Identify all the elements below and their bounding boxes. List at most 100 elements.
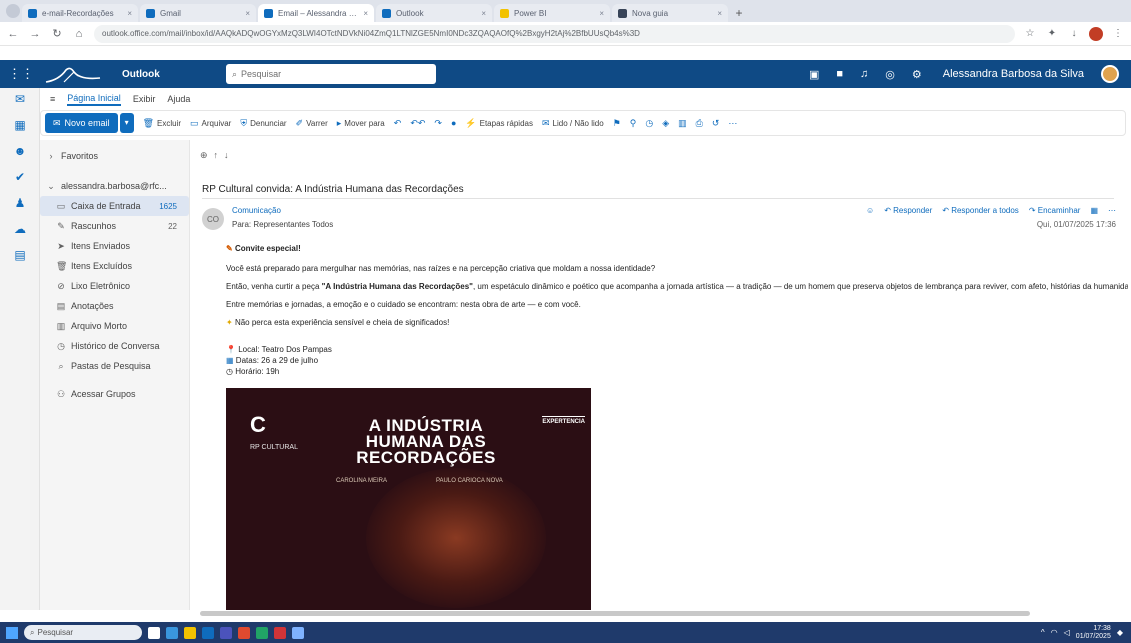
sender-name[interactable]: Comunicação <box>232 206 281 215</box>
download-icon[interactable]: ↓ <box>1067 27 1081 41</box>
read-unread-button[interactable]: ✉ Lido / Não lido <box>542 118 604 129</box>
folder-item[interactable]: ▭ Caixa de Entrada 1625 <box>40 196 189 216</box>
file-explorer-icon[interactable] <box>184 626 196 639</box>
teams-icon[interactable]: ■ <box>836 68 843 80</box>
quick-steps-button[interactable]: ⚡ Etapas rápidas <box>465 118 533 129</box>
extensions-icon[interactable]: ✦ <box>1045 27 1059 41</box>
forward-action[interactable]: ↷ Encaminhar <box>1029 206 1081 215</box>
new-tab-button[interactable]: + <box>730 4 748 22</box>
new-mail-button[interactable]: ✉ Novo email <box>45 113 118 133</box>
browser-menu-icon[interactable]: ⋮ <box>1111 27 1125 41</box>
back-icon[interactable]: ← <box>6 28 20 40</box>
bookmark-star-icon[interactable]: ☆ <box>1023 27 1037 41</box>
categorize-button[interactable]: ◈ <box>662 118 669 129</box>
reload-icon[interactable]: ↻ <box>50 27 64 40</box>
next-message-icon[interactable]: ↓ <box>224 150 229 161</box>
previous-message-icon[interactable]: ↑ <box>214 150 219 161</box>
tab-close-icon[interactable]: × <box>717 9 722 18</box>
folder-item[interactable]: ⊘ Lixo Eletrônico <box>40 276 189 296</box>
people-icon[interactable]: ☻ <box>0 140 40 162</box>
mail-icon[interactable]: ✉ <box>0 88 40 110</box>
tips-icon[interactable]: ◎ <box>885 68 895 81</box>
snooze-button[interactable]: ◷ <box>645 118 653 129</box>
more-ribbon-button[interactable]: ⋯ <box>728 118 737 129</box>
more-apps-icon[interactable]: ▤ <box>0 244 40 266</box>
app-launcher-icon[interactable]: ⋮⋮ <box>8 66 34 82</box>
office-taskbar-icon[interactable] <box>238 626 250 639</box>
calendar-icon[interactable]: ▦ <box>0 114 40 136</box>
browser-tab[interactable]: Gmail × <box>140 4 256 22</box>
account-avatar[interactable] <box>1101 65 1119 83</box>
volume-icon[interactable]: ◁ <box>1064 628 1070 637</box>
tab-actions-button[interactable] <box>6 4 20 18</box>
notifications-icon[interactable]: ♫ <box>860 68 868 80</box>
todo-icon[interactable]: ✔ <box>0 166 40 188</box>
reply-action[interactable]: ↶ Responder <box>884 206 932 215</box>
teams-chat-icon[interactable]: ▦ <box>1090 206 1098 215</box>
search-box[interactable]: ⌕ Pesquisar <box>226 64 436 84</box>
tab-close-icon[interactable]: × <box>245 9 250 18</box>
emoji-icon[interactable]: ☺ <box>866 206 874 215</box>
folder-item[interactable]: ➤ Itens Enviados <box>40 236 189 256</box>
undo-button[interactable]: ↺ <box>712 118 720 129</box>
app-name[interactable]: Outlook <box>122 69 182 80</box>
archive-button[interactable]: ▭ Arquivar <box>190 118 231 129</box>
tab-close-icon[interactable]: × <box>127 9 132 18</box>
tab-close-icon[interactable]: × <box>481 9 486 18</box>
onedrive-icon[interactable]: ☁ <box>0 218 40 240</box>
windows-start-icon[interactable] <box>6 626 18 639</box>
edge-icon[interactable] <box>166 626 178 639</box>
wifi-icon[interactable]: ◠ <box>1051 628 1058 637</box>
teams-share-button[interactable]: ● <box>451 118 456 128</box>
folder-item[interactable]: 🗑 Itens Excluídos <box>40 256 189 276</box>
folder-item[interactable]: ▤ Anotações <box>40 296 189 316</box>
sender-avatar[interactable]: CO <box>202 208 224 230</box>
folder-item[interactable]: ⌕ Pastas de Pesquisa <box>40 356 189 376</box>
manage-groups-link[interactable]: ⚇ Acessar Grupos <box>40 384 189 404</box>
browser-tab[interactable]: e-mail-Recordações × <box>22 4 138 22</box>
menu-toggle-icon[interactable]: ≡ <box>50 94 55 104</box>
pin-button[interactable]: ⚲ <box>630 118 637 129</box>
flag-button[interactable]: ⚑ <box>613 118 621 129</box>
browser-tab[interactable]: Power BI × <box>494 4 610 22</box>
taskbar-search[interactable]: ⌕ Pesquisar <box>24 625 142 640</box>
tab-close-icon[interactable]: × <box>599 9 604 18</box>
reply-button[interactable]: ↶ <box>394 118 402 129</box>
teams-taskbar-icon[interactable] <box>220 626 232 639</box>
tab-help[interactable]: Ajuda <box>167 94 190 104</box>
excel-taskbar-icon[interactable] <box>256 626 268 639</box>
tray-chevron-icon[interactable]: ^ <box>1041 628 1045 637</box>
reply-all-action[interactable]: ↶ Responder a todos <box>942 206 1019 215</box>
zoom-icon[interactable]: ⊕ <box>200 150 208 161</box>
outlook-taskbar-icon[interactable] <box>202 626 214 639</box>
teams-app-icon[interactable]: ♟ <box>0 192 40 214</box>
account-group[interactable]: ⌄ alessandra.barbosa@rfc... <box>40 176 189 196</box>
horizontal-scrollbar[interactable] <box>200 611 1030 616</box>
browser-tab[interactable]: Outlook × <box>376 4 492 22</box>
print-button[interactable]: ⎙ <box>696 118 703 129</box>
task-view-icon[interactable] <box>148 626 160 639</box>
favorites-group[interactable]: › Favoritos <box>40 146 189 166</box>
reply-all-button[interactable]: ↶↶ <box>410 118 425 129</box>
browser-tab[interactable]: Email – Alessandra Barbosa Da Silva – Ou… <box>258 4 374 22</box>
url-field[interactable]: outlook.office.com/mail/inbox/id/AAQkADQ… <box>94 24 1015 43</box>
folder-item[interactable]: ◷ Histórico de Conversa <box>40 336 189 356</box>
report-button[interactable]: ⛨ Denunciar <box>240 118 286 129</box>
meet-now-icon[interactable]: ▣ <box>809 68 819 81</box>
tab-view[interactable]: Exibir <box>133 94 156 104</box>
taskbar-clock[interactable]: 17:38 01/07/2025 <box>1076 625 1111 641</box>
store-taskbar-icon[interactable] <box>292 626 304 639</box>
notification-bell-icon[interactable]: ◆ <box>1117 628 1123 637</box>
chrome-taskbar-icon[interactable] <box>274 626 286 639</box>
settings-icon[interactable]: ⚙ <box>912 68 922 81</box>
home-icon[interactable]: ⌂ <box>72 28 86 40</box>
browser-tab[interactable]: Nova guia × <box>612 4 728 22</box>
forward-button[interactable]: ↷ <box>434 118 442 129</box>
forward-icon[interactable]: → <box>28 28 42 40</box>
message-more-icon[interactable]: ⋯ <box>1108 206 1116 215</box>
policy-button[interactable]: ▥ <box>678 118 687 129</box>
browser-profile-avatar[interactable] <box>1089 26 1103 41</box>
tab-close-icon[interactable]: × <box>363 9 368 18</box>
tab-home[interactable]: Página Inicial <box>67 93 121 106</box>
move-to-button[interactable]: ▸ Mover para <box>337 118 385 129</box>
